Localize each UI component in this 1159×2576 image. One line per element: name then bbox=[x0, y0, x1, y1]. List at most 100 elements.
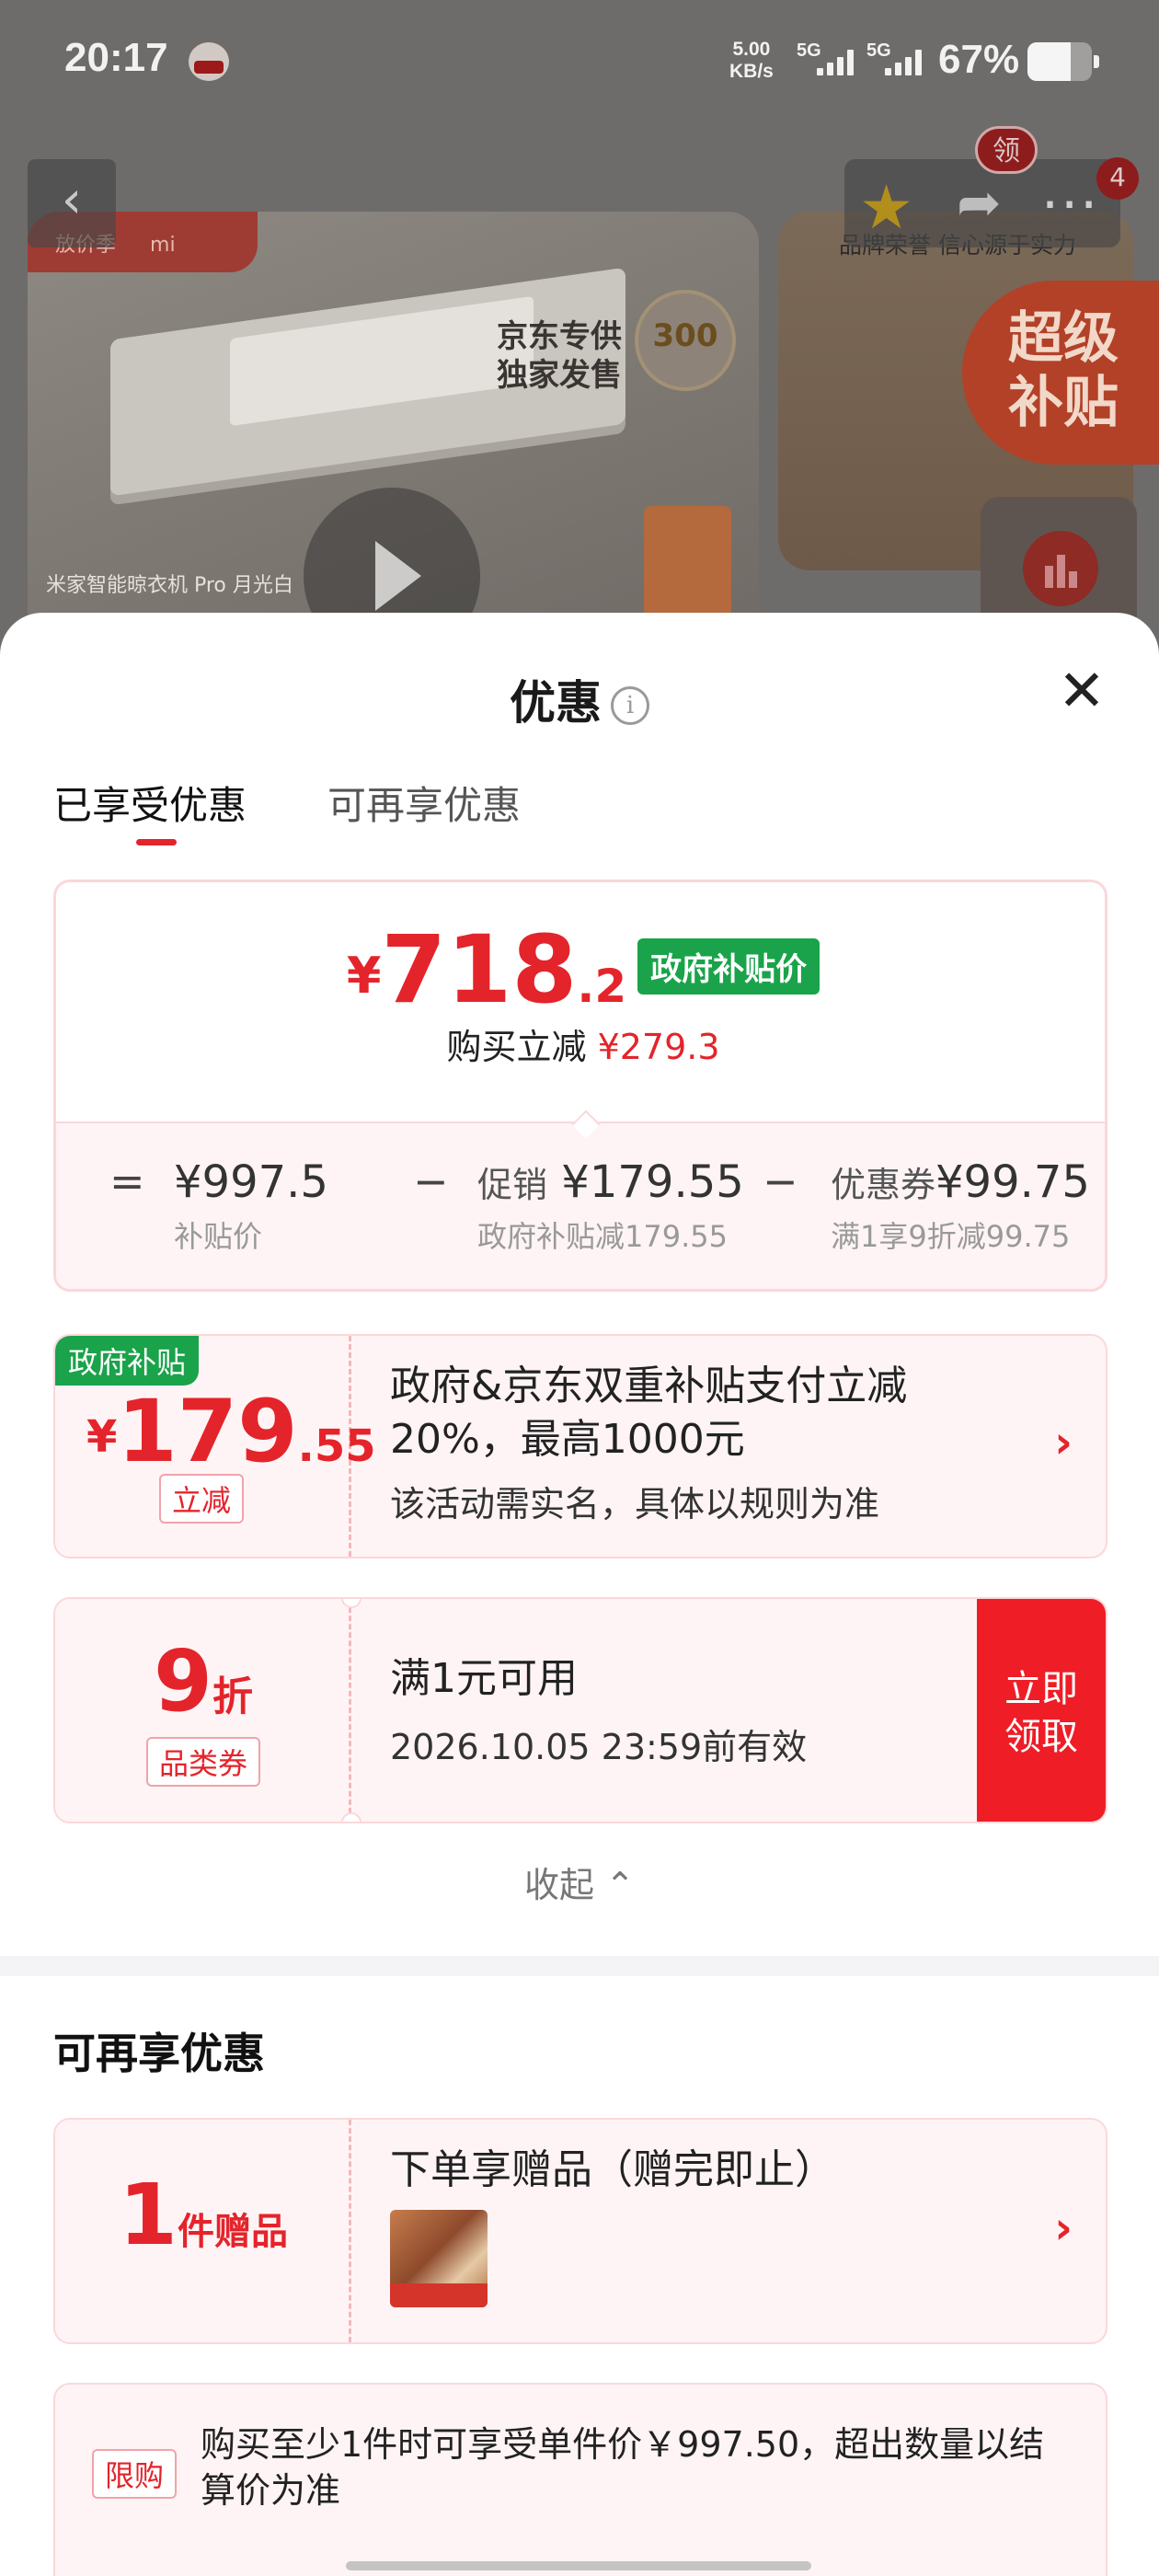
gov-subsidy-corner-tag: 政府补贴 bbox=[55, 1336, 200, 1386]
discount-unit: 折 bbox=[212, 1673, 253, 1720]
jd-exclusive-line2: 独家发售 bbox=[497, 357, 622, 394]
purchase-limit-card: 限购 购买至少1件时可享受单件价￥997.50，超出数量以结算价为准 bbox=[53, 2383, 1107, 2576]
discount-number: 9 bbox=[153, 1632, 212, 1731]
gift-card[interactable]: 1件赠品 下单享赠品（赠完即止） › bbox=[53, 2118, 1107, 2344]
gift-info: 下单享赠品（赠完即止） bbox=[390, 2144, 835, 2311]
final-price-integer: 718 bbox=[381, 915, 578, 1025]
promo-item: 促销 ¥179.55 政府补贴减179.55 bbox=[477, 1156, 744, 1256]
star-icon[interactable]: ★ bbox=[859, 172, 913, 243]
coupon-label: 优惠券 bbox=[831, 1165, 936, 1205]
discount-panel: 9折 品类券 bbox=[55, 1599, 351, 1822]
signal1-bars-icon bbox=[817, 50, 854, 75]
more-discounts-heading: 可再享优惠 bbox=[53, 2029, 265, 2078]
sales-badge: 300 bbox=[635, 290, 736, 391]
purchase-limit-tag: 限购 bbox=[92, 2449, 178, 2499]
super-subsidy-line2: 补贴 bbox=[1008, 371, 1119, 435]
battery-icon bbox=[1027, 42, 1099, 81]
coupon-value: ¥99.75 bbox=[935, 1156, 1090, 1208]
base-price-item: ¥997.5 补贴价 bbox=[174, 1156, 328, 1256]
gift-count: 1件赠品 bbox=[55, 2166, 351, 2264]
gov-subsidy-price-tag: 政府补贴价 bbox=[637, 938, 820, 995]
minus-sign: − bbox=[413, 1156, 449, 1206]
final-price-decimal: .2 bbox=[577, 960, 627, 1013]
gift-count-number: 1 bbox=[118, 2166, 178, 2264]
super-subsidy-line1: 超级 bbox=[1008, 306, 1119, 371]
coupon-threshold: 满1元可用 bbox=[390, 1655, 578, 1702]
ticket-notch-bottom bbox=[341, 1812, 361, 1822]
section-divider bbox=[0, 1956, 1159, 1976]
reduction-amount: ¥279.3 bbox=[597, 1027, 720, 1067]
coupon-detail: 满1享9折减99.75 bbox=[831, 1219, 1071, 1254]
instant-reduce-tag: 立减 bbox=[159, 1474, 245, 1524]
rebate-promo-box bbox=[644, 506, 731, 616]
base-price-value: ¥997.5 bbox=[174, 1156, 328, 1208]
subsidy-amount-panel: 政府补贴 ¥179.55 立减 bbox=[55, 1336, 376, 1557]
subsidy-amount: ¥179.55 bbox=[86, 1382, 376, 1482]
category-coupon-card: 9折 品类券 满1元可用 2026.10.05 23:59前有效 立即 领取 bbox=[53, 1597, 1107, 1823]
jd-exclusive-line1: 京东专供 bbox=[497, 318, 622, 355]
sheet-title: 优惠 i bbox=[0, 666, 1159, 732]
discount-value: 9折 bbox=[55, 1632, 351, 1731]
coupon-type-wrap: 品类券 bbox=[55, 1737, 351, 1787]
gift-count-panel: 1件赠品 bbox=[55, 2120, 351, 2342]
final-price-currency: ¥ bbox=[346, 947, 382, 1005]
equals-sign: = bbox=[109, 1156, 145, 1206]
discount-sheet: 优惠 i ✕ 已享受优惠 可再享优惠 ¥718.2 政府补贴价 购买立减 ¥279.… bbox=[0, 613, 1159, 2576]
chart-icon[interactable] bbox=[1023, 531, 1098, 606]
subsidy-title: 政府&京东双重补贴支付立减20%，最高1000元 bbox=[390, 1363, 908, 1463]
chevron-right-icon[interactable]: › bbox=[1054, 2202, 1073, 2254]
gift-thumbnail-image[interactable] bbox=[390, 2210, 488, 2307]
brand-logo-text: mi bbox=[150, 234, 176, 257]
tab-more-discounts[interactable]: 可再享优惠 bbox=[327, 775, 521, 831]
gift-thumbnail-wrap bbox=[390, 2210, 835, 2311]
minus-sign: − bbox=[763, 1156, 798, 1206]
purchase-limit-text: 购买至少1件时可享受单件价￥997.50，超出数量以结算价为准 bbox=[201, 2424, 1045, 2511]
promo-detail: 政府补贴减179.55 bbox=[477, 1219, 728, 1254]
claim-coupon-button[interactable]: 立即 领取 bbox=[977, 1599, 1106, 1822]
product-page-background: 放价季 mi 京东专供 独家发售 300 米家智能晾衣机 Pro 月光白 品牌荣… bbox=[0, 0, 1159, 662]
net-speed-unit: KB/s bbox=[729, 61, 774, 82]
subsidy-amount-integer: 179 bbox=[117, 1382, 298, 1482]
subsidy-info: 政府&京东双重补贴支付立减20%，最高1000元 该活动需实名，具体以规则为准 bbox=[390, 1360, 1034, 1526]
network-speed: 5.00 KB/s bbox=[729, 39, 774, 83]
claim-line2: 领取 bbox=[1004, 1716, 1078, 1758]
super-subsidy-badge[interactable]: 超级 补贴 bbox=[962, 281, 1159, 465]
net-speed-value: 5.00 bbox=[732, 39, 771, 60]
clock: 20:17 bbox=[64, 35, 168, 80]
info-icon[interactable]: i bbox=[611, 686, 649, 725]
app-notification-icon bbox=[189, 42, 229, 81]
gift-title: 下单享赠品（赠完即止） bbox=[390, 2146, 835, 2193]
instant-reduction: 购买立减 ¥279.3 bbox=[56, 1018, 1105, 1069]
tab-enjoyed-discounts[interactable]: 已享受优惠 bbox=[53, 775, 247, 831]
signal2-bars-icon bbox=[885, 50, 922, 75]
gov-subsidy-card[interactable]: 政府补贴 ¥179.55 立减 政府&京东双重补贴支付立减20%，最高1000元… bbox=[53, 1334, 1107, 1558]
more-dots-icon[interactable]: ··· bbox=[1041, 173, 1099, 237]
battery-level bbox=[1027, 42, 1071, 81]
promo-value: ¥179.55 bbox=[561, 1156, 744, 1208]
gift-count-unit: 件赠品 bbox=[178, 2211, 288, 2253]
subsidy-currency: ¥ bbox=[86, 1411, 118, 1463]
home-indicator[interactable] bbox=[346, 2561, 811, 2570]
final-price: ¥718.2 政府补贴价 bbox=[56, 915, 1105, 1025]
coupon-item: 优惠券¥99.75 满1享9折减99.75 bbox=[831, 1156, 1090, 1256]
reduction-label: 购买立减 bbox=[446, 1027, 587, 1067]
back-arrow-icon[interactable]: ‹ bbox=[28, 159, 116, 247]
jd-exclusive-text: 京东专供 独家发售 bbox=[497, 317, 622, 395]
coupon-badge[interactable]: 领 bbox=[975, 126, 1038, 174]
product-name-label: 米家智能晾衣机 Pro 月光白 bbox=[46, 574, 293, 597]
active-tab-indicator bbox=[136, 839, 177, 845]
close-icon[interactable]: ✕ bbox=[1058, 662, 1106, 719]
subsidy-amount-decimal: .55 bbox=[297, 1420, 376, 1472]
cart-count-badge: 4 bbox=[1096, 157, 1139, 200]
collapse-toggle[interactable]: 收起 ⌃ bbox=[0, 1857, 1159, 1907]
status-bar: 20:17 5.00 KB/s 5G 5G 67% bbox=[0, 0, 1159, 129]
chevron-right-icon[interactable]: › bbox=[1054, 1417, 1073, 1468]
limit-tag-wrap: 限购 bbox=[92, 2449, 178, 2499]
coupon-validity: 2026.10.05 23:59前有效 bbox=[390, 1727, 808, 1767]
battery-percent: 67% bbox=[938, 37, 1020, 82]
category-coupon-tag: 品类券 bbox=[145, 1737, 260, 1787]
share-icon[interactable]: ➦ bbox=[957, 171, 1002, 234]
tab-bar: 已享受优惠 可再享优惠 bbox=[53, 775, 521, 831]
price-summary-card: ¥718.2 政府补贴价 购买立减 ¥279.3 = ¥997.5 补贴价 − 促… bbox=[53, 880, 1107, 1292]
promo-label: 促销 bbox=[477, 1165, 548, 1205]
